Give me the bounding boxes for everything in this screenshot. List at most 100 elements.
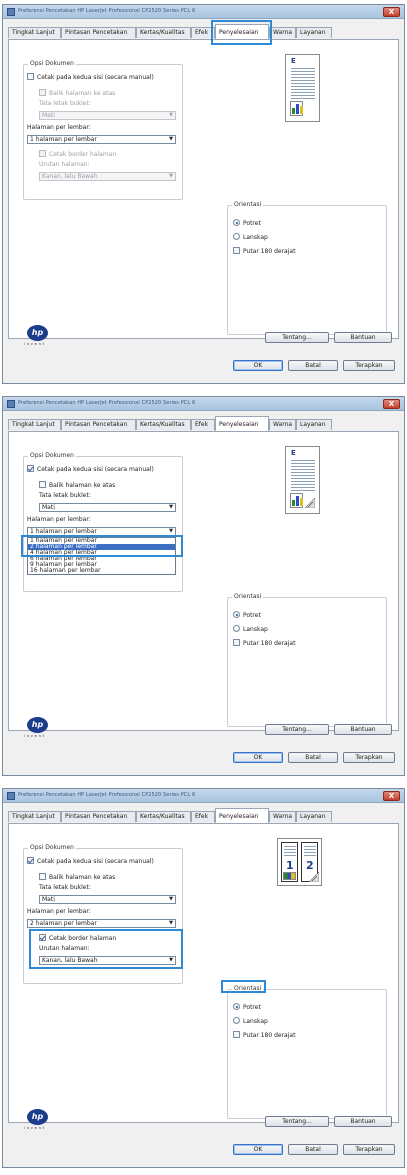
pages-per-sheet-select[interactable]: 1 halaman per lembar ▼ <box>27 135 176 144</box>
flip-pages-checkbox[interactable] <box>39 873 46 880</box>
tab-shortcuts[interactable]: Pintasan Pencetakan <box>61 419 136 430</box>
orientation-label: Orientasi <box>232 593 264 600</box>
pages-per-sheet-label: Halaman per lembar: <box>27 124 91 131</box>
both-sides-label: Cetak pada kedua sisi (secara manual) <box>37 74 154 81</box>
booklet-label: Tata letak buklet: <box>39 100 91 107</box>
booklet-select[interactable]: Mati ▼ <box>39 503 176 512</box>
page-preview: E <box>285 446 320 514</box>
close-button[interactable]: X <box>383 399 400 409</box>
page-letter: E <box>291 57 296 65</box>
page-flip-icon <box>309 872 319 882</box>
about-button[interactable]: Tentang... <box>265 332 329 343</box>
landscape-radio[interactable] <box>233 1017 240 1024</box>
screenshot-1: Preferensi Pencetakan HP LaserJet Profes… <box>2 4 405 384</box>
portrait-option[interactable]: Potret <box>233 219 261 228</box>
flip-pages-checkbox[interactable] <box>39 481 46 488</box>
ok-button[interactable]: OK <box>233 1144 283 1155</box>
cancel-button[interactable]: Batal <box>288 1144 338 1155</box>
tab-color[interactable]: Warna <box>269 419 296 430</box>
orientation-label: Orientasi <box>232 201 264 208</box>
apply-button[interactable]: Terapkan <box>343 360 395 371</box>
close-button[interactable]: X <box>383 791 400 801</box>
cancel-button[interactable]: Batal <box>288 752 338 763</box>
portrait-option[interactable]: Potret <box>233 1003 261 1012</box>
ok-button[interactable]: OK <box>233 752 283 763</box>
option-16-pages[interactable]: 16 halaman per lembar <box>28 568 175 574</box>
tab-paper-quality[interactable]: Kertas/Kualitas <box>136 27 191 38</box>
rotate-checkbox[interactable] <box>233 639 240 646</box>
tab-effects[interactable]: Efek <box>191 419 215 430</box>
tab-paper-quality[interactable]: Kertas/Kualitas <box>136 419 191 430</box>
both-sides-label: Cetak pada kedua sisi (secara manual) <box>37 858 154 865</box>
landscape-option[interactable]: Lanskap <box>233 625 268 634</box>
about-button[interactable]: Tentang... <box>265 724 329 735</box>
help-button[interactable]: Bantuan <box>334 332 392 343</box>
page-1-thumbnail-icon: 1 <box>281 842 298 882</box>
booklet-select[interactable]: Mati ▼ <box>39 895 176 904</box>
tab-services[interactable]: Layanan <box>296 27 332 38</box>
flip-pages-label: Balik halaman ke atas <box>49 90 116 97</box>
rotate-option[interactable]: Putar 180 derajat <box>233 247 295 256</box>
highlight-orientation <box>221 980 266 993</box>
portrait-option[interactable]: Potret <box>233 611 261 620</box>
tab-shortcuts[interactable]: Pintasan Pencetakan <box>61 811 136 822</box>
tab-finishing[interactable]: Penyelesaian <box>215 808 269 823</box>
window-title: Preferensi Pencetakan HP LaserJet Profes… <box>18 8 196 14</box>
flip-pages-label: Balik halaman ke atas <box>49 482 116 489</box>
both-sides-checkbox[interactable] <box>27 857 34 864</box>
ok-button[interactable]: OK <box>233 360 283 371</box>
rotate-option[interactable]: Putar 180 derajat <box>233 1031 295 1040</box>
pages-per-sheet-label: Halaman per lembar: <box>27 516 91 523</box>
rotate-checkbox[interactable] <box>233 247 240 254</box>
tab-advanced[interactable]: Tingkat Lanjut <box>8 811 61 822</box>
booklet-label: Tata letak buklet: <box>39 884 91 891</box>
tab-services[interactable]: Layanan <box>296 419 332 430</box>
cancel-button[interactable]: Batal <box>288 360 338 371</box>
tab-color[interactable]: Warna <box>269 811 296 822</box>
tab-effects[interactable]: Efek <box>191 811 215 822</box>
help-button[interactable]: Bantuan <box>334 724 392 735</box>
portrait-radio[interactable] <box>233 219 240 226</box>
tab-bar: Tingkat Lanjut Pintasan Pencetakan Kerta… <box>8 24 399 39</box>
rotate-checkbox[interactable] <box>233 1031 240 1038</box>
landscape-radio[interactable] <box>233 233 240 240</box>
tab-advanced[interactable]: Tingkat Lanjut <box>8 419 61 430</box>
portrait-radio[interactable] <box>233 1003 240 1010</box>
flip-pages-checkbox <box>39 89 46 96</box>
rotate-option[interactable]: Putar 180 derajat <box>233 639 295 648</box>
tab-paper-quality[interactable]: Kertas/Kualitas <box>136 811 191 822</box>
tab-services[interactable]: Layanan <box>296 811 332 822</box>
highlight-dropdown <box>21 535 183 557</box>
both-sides-option[interactable]: Cetak pada kedua sisi (secara manual) <box>27 465 154 474</box>
portrait-radio[interactable] <box>233 611 240 618</box>
app-icon <box>7 8 15 16</box>
tab-advanced[interactable]: Tingkat Lanjut <box>8 27 61 38</box>
both-sides-checkbox[interactable] <box>27 73 34 80</box>
highlight-tab <box>211 20 272 45</box>
landscape-label: Lanskap <box>243 234 268 241</box>
hp-logo: hp invent <box>23 325 57 347</box>
booklet-label: Tata letak buklet: <box>39 492 91 499</box>
landscape-option[interactable]: Lanskap <box>233 1017 268 1026</box>
landscape-option[interactable]: Lanskap <box>233 233 268 242</box>
group-label: Opsi Dokumen <box>28 844 76 851</box>
flip-pages-option[interactable]: Balik halaman ke atas <box>39 873 115 882</box>
pages-per-sheet-select[interactable]: 2 halaman per lembar ▼ <box>27 919 176 928</box>
help-button[interactable]: Bantuan <box>334 1116 392 1127</box>
both-sides-checkbox[interactable] <box>27 465 34 472</box>
title-bar: Preferensi Pencetakan HP LaserJet Profes… <box>3 5 404 19</box>
close-button[interactable]: X <box>383 7 400 17</box>
tab-finishing[interactable]: Penyelesaian <box>215 416 269 431</box>
hp-tagline: invent <box>24 342 46 346</box>
both-sides-option[interactable]: Cetak pada kedua sisi (secara manual) <box>27 857 154 866</box>
pages-per-sheet-label: Halaman per lembar: <box>27 908 91 915</box>
window-title: Preferensi Pencetakan HP LaserJet Profes… <box>18 400 196 406</box>
about-button[interactable]: Tentang... <box>265 1116 329 1127</box>
landscape-radio[interactable] <box>233 625 240 632</box>
apply-button[interactable]: Terapkan <box>343 1144 395 1155</box>
tab-shortcuts[interactable]: Pintasan Pencetakan <box>61 27 136 38</box>
flip-pages-option[interactable]: Balik halaman ke atas <box>39 481 115 490</box>
apply-button[interactable]: Terapkan <box>343 752 395 763</box>
tab-color[interactable]: Warna <box>269 27 296 38</box>
both-sides-option[interactable]: Cetak pada kedua sisi (secara manual) <box>27 73 154 82</box>
